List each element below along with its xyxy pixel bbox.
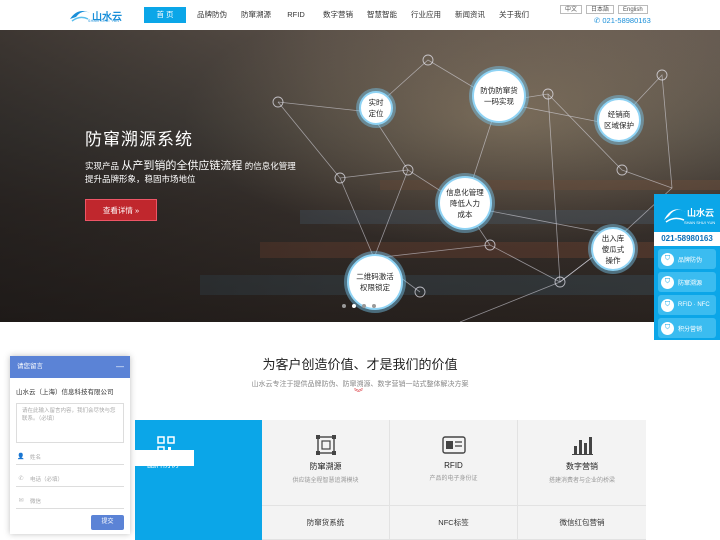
- message-header: 请您留言 —: [10, 356, 130, 378]
- hero-line1: 实现产品 从产到销的全供应链流程 的信息化管理: [85, 160, 296, 172]
- language-switcher: 中文 日本語 English: [560, 5, 648, 14]
- nav-news[interactable]: 新闻资讯: [454, 7, 486, 23]
- name-field[interactable]: 👤 姓名: [16, 449, 124, 465]
- chat-icon: ✉: [18, 498, 24, 504]
- shield-icon: ⛉: [661, 298, 674, 312]
- floating-sidebar: 山水云 SHAN SHUI YUN 021-58980163 ⛉ 品牌防伪 ⛉ 防窜…: [654, 194, 720, 340]
- message-company: 山水云（上海）信息科技有限公司: [16, 389, 114, 396]
- phone-icon: ✆: [18, 476, 24, 482]
- view-details-button[interactable]: 查看详情 »: [85, 199, 157, 221]
- slide-dot-1[interactable]: [342, 304, 346, 308]
- header-phone-number: 021-58980163: [602, 16, 651, 25]
- header-phone: ✆ 021-58980163: [594, 16, 651, 25]
- message-title: 请您留言: [17, 363, 43, 370]
- bar-chart-icon: [572, 437, 593, 455]
- card-title: 防窜溯源: [309, 462, 342, 471]
- shield-icon: ⛉: [661, 321, 674, 335]
- card-title: 数字营销: [566, 462, 598, 471]
- logo-subtext: SHAN SHUI YUN: [88, 19, 120, 23]
- phone-icon: ✆: [594, 16, 601, 25]
- link-anti-diversion-system[interactable]: 防窜货系统: [262, 506, 390, 540]
- nav-rfid[interactable]: RFID: [284, 7, 308, 23]
- submit-button[interactable]: 提交: [91, 515, 124, 530]
- id-card-icon: [441, 436, 466, 454]
- card-brand-anticounterfeit[interactable]: 品牌防伪: [135, 420, 262, 540]
- slide-dot-3[interactable]: [362, 304, 366, 308]
- card-digital-marketing[interactable]: 数字营销 搭建消费者与企业的桥梁: [518, 420, 646, 506]
- bubble-qr-activation: 二维码激活 权限锁定: [347, 254, 403, 310]
- site-header: 山水云 SHAN SHUI YUN 首 页 品牌防伪 防窜溯源 RFID 数字营…: [0, 0, 720, 30]
- card-rfid[interactable]: RFID 产品的电子身份证: [390, 420, 518, 506]
- nav-brand-anticounterfeit[interactable]: 品牌防伪: [196, 7, 228, 23]
- minimize-button[interactable]: —: [116, 356, 124, 378]
- lang-english[interactable]: English: [618, 5, 648, 14]
- wechat-field[interactable]: ✉ 微信: [16, 493, 124, 509]
- user-icon: 👤: [17, 454, 25, 460]
- sidebar-item-rfid[interactable]: ⛉ RFID · NFC: [658, 295, 716, 315]
- bubble-info-management: 信息化管理 降低人力 成本: [438, 176, 492, 230]
- phone-field[interactable]: ✆ 电话（必填）: [16, 471, 124, 487]
- link-wechat-redpacket[interactable]: 微信红包营销: [518, 506, 646, 540]
- nav-traceability[interactable]: 防窜溯源: [240, 7, 272, 23]
- slide-dot-2[interactable]: [352, 304, 356, 308]
- slider-dots: [342, 304, 376, 308]
- slide-dot-4[interactable]: [372, 304, 376, 308]
- sidebar-item-traceability[interactable]: ⛉ 防窜溯源: [658, 272, 716, 292]
- card-traceability[interactable]: 防窜溯源 供应链全程智慧追溯模块: [262, 420, 390, 506]
- bubble-warehouse-ops: 出入库 傻瓜式 操作: [591, 227, 635, 271]
- sidebar-logo: 山水云 SHAN SHUI YUN: [654, 194, 720, 232]
- sidebar-item-brand[interactable]: ⛉ 品牌防伪: [658, 249, 716, 269]
- double-chevron-down-icon: ︾: [354, 388, 364, 398]
- card-title: RFID: [444, 461, 463, 470]
- nav-about[interactable]: 关于我们: [498, 7, 530, 23]
- message-panel: 请您留言 — 山水云（上海）信息科技有限公司 请在此输入留言内容，我们会尽快与您…: [10, 356, 130, 534]
- nav-industry[interactable]: 行业应用: [410, 7, 442, 23]
- nav-home[interactable]: 首 页: [144, 7, 186, 23]
- shield-icon: ⛉: [661, 275, 674, 289]
- bubble-dealer-protection: 经销商 区域保护: [597, 98, 641, 142]
- card-desc: 产品的电子身份证: [429, 476, 478, 482]
- sidebar-logo-text: 山水云: [687, 208, 715, 218]
- frame-icon: [315, 435, 336, 455]
- main-nav: 首 页 品牌防伪 防窜溯源 RFID 数字营销 智慧智能 行业应用 新闻资讯 关…: [144, 7, 530, 23]
- sidebar-logo-sub: SHAN SHUI YUN: [684, 220, 716, 225]
- card-desc: 搭建消费者与企业的桥梁: [548, 478, 615, 484]
- lang-japanese[interactable]: 日本語: [586, 5, 615, 14]
- nav-smart[interactable]: 智慧智能: [366, 7, 398, 23]
- hero-line2: 提升品牌形象，稳固市场地位: [85, 174, 196, 184]
- hero-title: 防窜溯源系统: [85, 130, 193, 149]
- message-textarea[interactable]: 请在此输入留言内容，我们会尽快与您联系。（必填）: [16, 403, 124, 443]
- sidebar-phone: 021-58980163: [654, 232, 720, 246]
- bubble-realtime-location: 实时 定位: [359, 91, 393, 125]
- lang-chinese[interactable]: 中文: [560, 5, 583, 14]
- sidebar-item-points[interactable]: ⛉ 积分营销: [658, 318, 716, 338]
- hero-banner[interactable]: 防窜溯源系统 实现产品 从产到销的全供应链流程 的信息化管理 提升品牌形象，稳固…: [0, 30, 720, 322]
- link-nfc-tag[interactable]: NFC标签: [390, 506, 518, 540]
- shield-icon: ⛉: [661, 252, 674, 266]
- bubble-anti-diversion: 防伪防窜货 一码实现: [472, 69, 526, 123]
- nav-digital-marketing[interactable]: 数字营销: [322, 7, 354, 23]
- card-desc: 供应链全程智慧追溯模块: [292, 478, 359, 484]
